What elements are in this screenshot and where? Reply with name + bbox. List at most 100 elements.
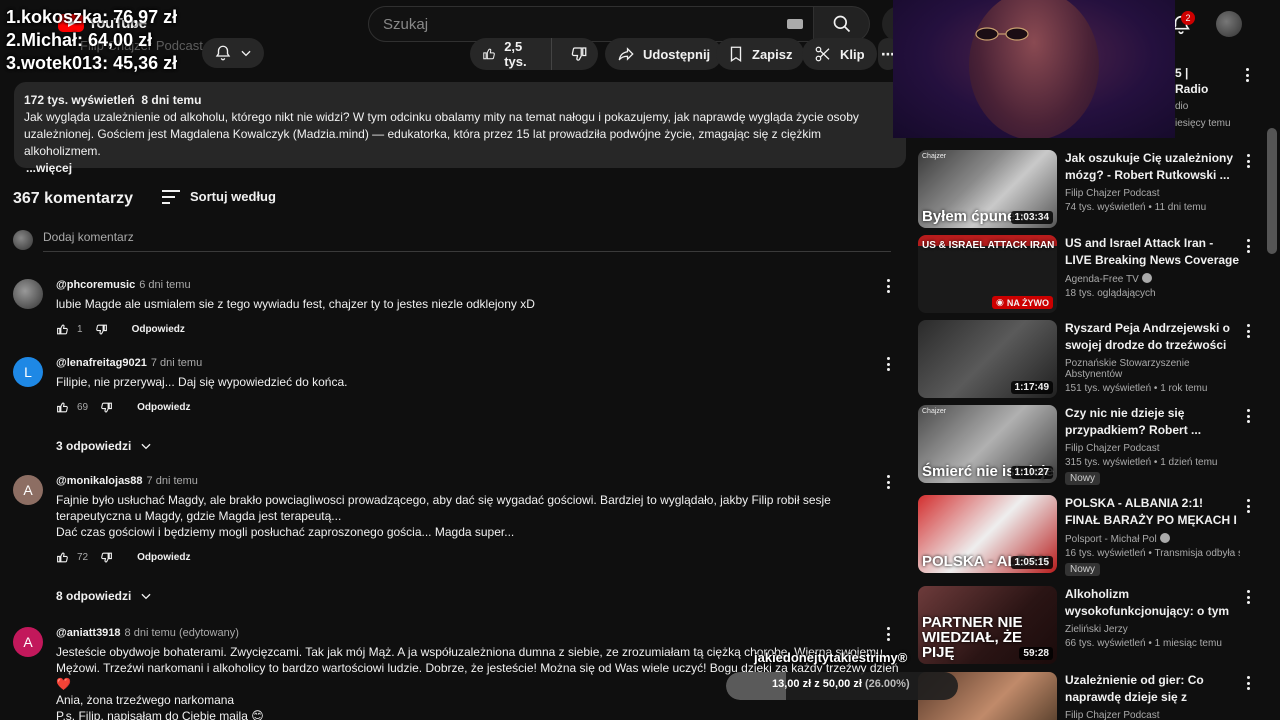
- comment-time[interactable]: 7 dni temu: [151, 357, 202, 369]
- video-menu-button[interactable]: [1245, 590, 1251, 604]
- video-title[interactable]: Czy nic nie dzieje się przypadkiem? Robe…: [1065, 405, 1240, 439]
- sidebar-video-item[interactable]: PARTNER NIE WIEDZIAŁ, ŻE PIJĘ 59:28 Alkoho…: [918, 586, 1258, 666]
- current-user-avatar: [13, 230, 33, 250]
- video-meta: 18 tys. oglądających: [1065, 288, 1156, 299]
- video-menu-button[interactable]: [1245, 409, 1251, 423]
- show-more-link[interactable]: ...więcej: [24, 160, 896, 177]
- keyboard-icon[interactable]: [787, 19, 803, 29]
- reply-button[interactable]: Odpowiedz: [132, 324, 185, 335]
- video-menu-button[interactable]: [1245, 676, 1251, 690]
- video-title[interactable]: Ryszard Peja Andrzejewski o swojej drodz…: [1065, 320, 1240, 354]
- thumbs-up-icon[interactable]: [56, 401, 69, 414]
- comment-avatar[interactable]: [13, 279, 43, 309]
- thumbs-down-icon[interactable]: [100, 551, 113, 564]
- subscription-notification-button[interactable]: [202, 38, 264, 68]
- search-button[interactable]: [814, 6, 870, 42]
- video-channel[interactable]: Polsport - Michał Pol: [1065, 533, 1240, 545]
- video-menu-button[interactable]: [1245, 239, 1251, 253]
- save-button[interactable]: Zapisz: [716, 38, 805, 70]
- more-vertical-icon: [1244, 68, 1250, 82]
- comment-time[interactable]: 7 dni temu: [147, 475, 198, 487]
- replies-count: 3 odpowiedzi: [56, 439, 132, 453]
- video-title[interactable]: Alkoholizm wysokofunkcjonujący: o tym ja…: [1065, 586, 1240, 620]
- comment-menu-icon[interactable]: [885, 357, 891, 371]
- video-menu-button[interactable]: [1245, 499, 1251, 513]
- save-label: Zapisz: [752, 46, 793, 62]
- video-channel[interactable]: Zieliński Jerzy: [1065, 624, 1240, 635]
- video-title[interactable]: POLSKA - ALBANIA 2:1! FINAŁ BARAŻY PO MĘ…: [1065, 495, 1240, 529]
- comment-avatar[interactable]: A: [13, 475, 43, 505]
- video-channel[interactable]: Filip Chajzer Podcast: [1065, 710, 1240, 720]
- comment-actions: 1 Odpowiedz: [56, 323, 185, 336]
- dislike-button[interactable]: [560, 38, 598, 70]
- search-input[interactable]: [383, 15, 763, 33]
- comment-time[interactable]: 8 dni temu (edytowany): [125, 627, 239, 639]
- more-vertical-icon: [1245, 324, 1251, 338]
- video-title[interactable]: US and Israel Attack Iran - LIVE Breakin…: [1065, 235, 1240, 269]
- view-replies-button[interactable]: 8 odpowiedzi: [56, 589, 153, 603]
- like-button[interactable]: 2,5 tys.: [470, 38, 552, 70]
- video-channel[interactable]: Filip Chajzer Podcast: [1065, 188, 1240, 199]
- account-avatar[interactable]: [1216, 11, 1242, 37]
- video-title[interactable]: Uzależnienie od gier: Co naprawdę dzieje…: [1065, 672, 1240, 706]
- sort-icon: [162, 189, 180, 204]
- share-label: Udostępnij: [643, 46, 711, 62]
- view-replies-button[interactable]: 3 odpowiedzi: [56, 439, 153, 453]
- comment-header: @phcoremusic 6 dni temu: [56, 279, 191, 291]
- reply-button[interactable]: Odpowiedz: [137, 402, 190, 413]
- more-vertical-icon: [1245, 676, 1251, 690]
- video-thumbnail[interactable]: Chajzer Śmierć nie istnieje 1:10:27: [918, 405, 1057, 483]
- video-duration: 1:03:34: [1010, 211, 1053, 224]
- comment-author[interactable]: @phcoremusic: [56, 279, 135, 291]
- comment-author[interactable]: @monikalojas88: [56, 475, 143, 487]
- thumbs-down-icon[interactable]: [95, 323, 108, 336]
- video-thumbnail[interactable]: 1:17:49: [918, 320, 1057, 398]
- search-box[interactable]: [368, 6, 814, 42]
- sidebar-scrollbar[interactable]: [1267, 128, 1277, 254]
- video-duration: 1:10:27: [1010, 466, 1053, 479]
- video-thumbnail[interactable]: US & ISRAEL ATTACK IRAN ◉ NA ŻYWO: [918, 235, 1057, 313]
- reply-button[interactable]: Odpowiedz: [137, 552, 190, 563]
- leaderboard-row: 1.kokoszka: 76,97 zł: [6, 6, 177, 29]
- video-channel[interactable]: Filip Chajzer Podcast: [1065, 443, 1240, 454]
- video-description[interactable]: 172 tys. wyświetleń 8 dni temu Jak wyglą…: [14, 82, 906, 175]
- video-meta: 74 tys. wyświetleń • 11 dni temu: [1065, 202, 1207, 213]
- video-thumbnail[interactable]: Chajzer Byłem ćpunem 1:03:34: [918, 150, 1057, 228]
- comment-time[interactable]: 6 dni temu: [139, 279, 190, 291]
- donation-goal-widget: jakiedonejtytakiestrimy® 13,00 zł z 50,0…: [726, 646, 958, 704]
- like-dislike-group: 2,5 tys.: [470, 38, 598, 70]
- leaderboard-separator: :: [102, 7, 114, 27]
- sidebar-video-item[interactable]: US & ISRAEL ATTACK IRAN ◉ NA ŻYWO US and Is…: [918, 235, 1258, 315]
- thumbs-up-icon[interactable]: [56, 551, 69, 564]
- video-menu-button[interactable]: [1245, 324, 1251, 338]
- video-menu-button[interactable]: [1245, 154, 1251, 168]
- comment-menu-icon[interactable]: [885, 627, 891, 641]
- comment-menu-icon[interactable]: [885, 279, 891, 293]
- comment-avatar[interactable]: A: [13, 627, 43, 657]
- comment-author[interactable]: @aniatt3918: [56, 627, 121, 639]
- comment-menu-icon[interactable]: [885, 475, 891, 489]
- video-channel[interactable]: Agenda-Free TV: [1065, 273, 1240, 285]
- add-comment-input[interactable]: Dodaj komentarz: [43, 230, 891, 252]
- sidebar-video-item[interactable]: 1:17:49 Ryszard Peja Andrzejewski o swoje…: [918, 320, 1258, 400]
- sort-comments-button[interactable]: Sortuj według: [162, 189, 276, 204]
- view-count-and-date: 172 tys. wyświetleń 8 dni temu: [24, 93, 202, 107]
- share-button[interactable]: Udostępnij: [605, 38, 723, 70]
- video-title[interactable]: Jak oszukuje Cię uzależniony mózg? - Rob…: [1065, 150, 1240, 184]
- clip-button[interactable]: Klip: [802, 38, 877, 70]
- sidebar-video-item[interactable]: PokolenieUzależnienie od gier: Co napraw…: [918, 672, 1258, 720]
- sidebar-video-item[interactable]: Chajzer Śmierć nie istnieje 1:10:27 Czy nic…: [918, 405, 1258, 485]
- video-thumbnail[interactable]: POLSKA - ALBAN 1:05:15: [918, 495, 1057, 573]
- thumbnail-tag: Chajzer: [922, 153, 947, 160]
- comment-author[interactable]: @lenafreitag9021: [56, 357, 147, 369]
- donation-percent: (26.00%): [864, 678, 910, 690]
- partial-sidebar-menu[interactable]: [1244, 68, 1250, 82]
- comment-avatar[interactable]: L: [13, 357, 43, 387]
- thumbs-down-icon[interactable]: [100, 401, 113, 414]
- thumbs-up-icon[interactable]: [56, 323, 69, 336]
- video-info: Ryszard Peja Andrzejewski o swojej drodz…: [1065, 320, 1240, 394]
- video-channel[interactable]: Poznańskie Stowarzyszenie Abstynentów: [1065, 358, 1240, 380]
- sidebar-video-item[interactable]: POLSKA - ALBAN 1:05:15 POLSKA - ALBANIA 2:…: [918, 495, 1258, 576]
- donation-separator: z: [814, 678, 820, 690]
- sidebar-video-item[interactable]: Chajzer Byłem ćpunem 1:03:34 Jak oszukuje C…: [918, 150, 1258, 230]
